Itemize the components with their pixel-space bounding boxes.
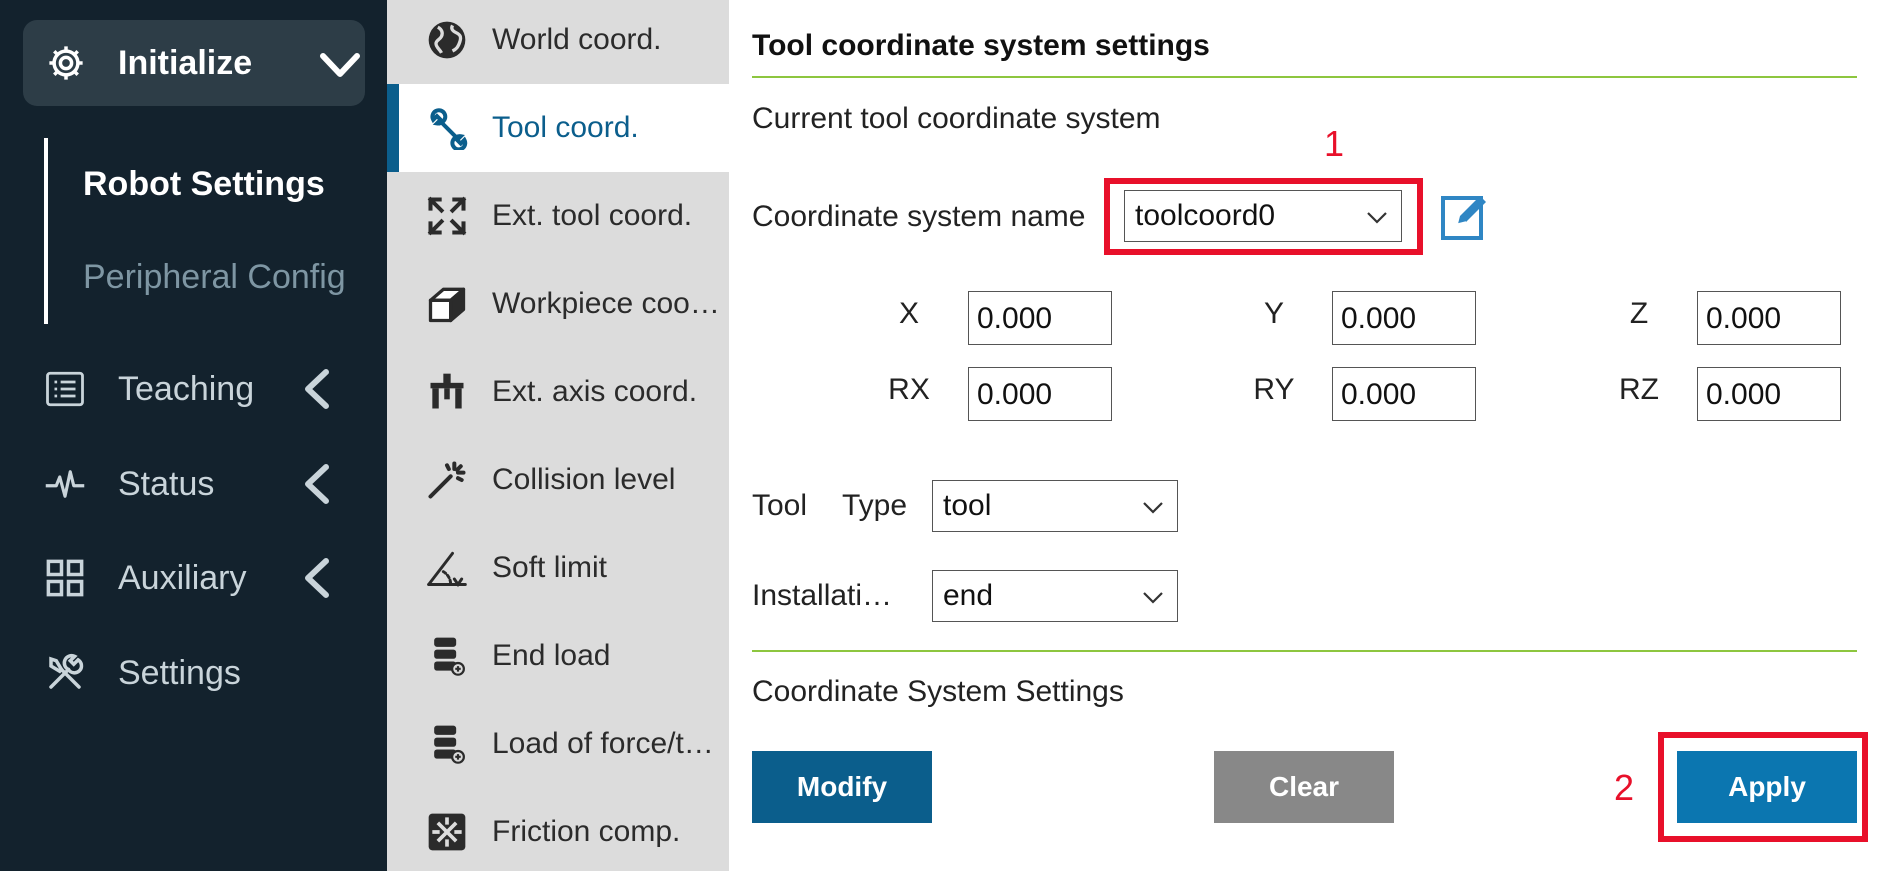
- tool-type-select[interactable]: tool: [932, 480, 1178, 532]
- main-sidebar: Initialize Robot Settings Peripheral Con…: [0, 0, 387, 871]
- angle-icon: [427, 551, 467, 588]
- chevron-left-icon: [305, 558, 329, 598]
- clear-button[interactable]: Clear: [1214, 751, 1394, 823]
- coord-name-label: Coordinate system name: [752, 200, 1086, 233]
- x-label: X: [898, 297, 919, 330]
- menu-item-label: Load of force/torque sensor: [492, 727, 720, 760]
- menu-item-friction-comp[interactable]: Friction comp.: [387, 788, 729, 871]
- menu-item-soft-limit[interactable]: Soft limit: [387, 524, 729, 612]
- menu-item-ext-tool-coord[interactable]: Ext. tool coord.: [387, 172, 729, 260]
- edit-coord-button[interactable]: [1440, 190, 1492, 242]
- z-input[interactable]: 0.000: [1697, 291, 1841, 345]
- sidebar-item-auxiliary[interactable]: Auxiliary: [0, 547, 387, 607]
- sidebar-item-label: Teaching: [118, 370, 255, 408]
- menu-item-world-coord[interactable]: World coord.: [387, 0, 729, 84]
- sidebar-item-label: Settings: [118, 654, 241, 692]
- axis-icon: [430, 373, 464, 409]
- sidebar-item-label: Auxiliary: [118, 559, 247, 597]
- initialize-label: Initialize: [118, 44, 253, 82]
- chevron-left-icon: [305, 369, 329, 409]
- menu-item-load-force-torque-sensor[interactable]: Load of force/torque sensor: [387, 700, 729, 788]
- cube-icon: [428, 287, 466, 323]
- menu-item-label: Workpiece coord.: [492, 287, 720, 320]
- menu-item-label: Ext. axis coord.: [492, 375, 698, 408]
- list-icon: [46, 371, 84, 407]
- friction-icon: [428, 813, 466, 851]
- chevron-left-icon: [305, 464, 329, 504]
- tools-icon: [49, 654, 84, 689]
- tool-type-value: tool: [943, 489, 992, 522]
- ry-label: RY: [1253, 373, 1295, 406]
- coord-system-settings-label: Coordinate System Settings: [752, 675, 1124, 708]
- chevron-down-icon: [320, 53, 360, 77]
- menu-item-label: World coord.: [492, 23, 662, 56]
- menu-item-ext-axis-coord[interactable]: Ext. axis coord.: [387, 348, 729, 436]
- annotation-highlight-1: [1104, 178, 1423, 255]
- rz-input[interactable]: 0.000: [1697, 367, 1841, 421]
- pulse-icon: [45, 470, 85, 498]
- menu-item-label: Soft limit: [492, 551, 608, 584]
- type-label: Type: [842, 489, 908, 522]
- chevron-down-icon: [1143, 502, 1163, 514]
- menu-item-label: Tool coord.: [492, 111, 639, 144]
- submenu-indicator-line: [44, 138, 48, 324]
- title-divider: [752, 76, 1857, 78]
- sidebar-item-label: Status: [118, 465, 215, 503]
- initialize-menu-header[interactable]: Initialize: [23, 20, 365, 106]
- installation-label: Installati…: [752, 579, 893, 612]
- sidebar-item-status[interactable]: Status: [0, 453, 387, 513]
- menu-item-workpiece-coord[interactable]: Workpiece coord.: [387, 260, 729, 348]
- panel-title: Tool coordinate system settings: [752, 29, 1210, 62]
- ry-input[interactable]: 0.000: [1332, 367, 1476, 421]
- database-icon: [434, 637, 465, 676]
- modify-button[interactable]: Modify: [752, 751, 932, 823]
- menu-item-collision-level[interactable]: Collision level: [387, 436, 729, 524]
- annotation-number-2: 2: [1614, 767, 1635, 808]
- sidebar-item-robot-settings[interactable]: Robot Settings: [83, 164, 325, 204]
- y-input[interactable]: 0.000: [1332, 291, 1476, 345]
- sidebar-item-settings[interactable]: Settings: [0, 642, 387, 702]
- installation-select[interactable]: end: [932, 570, 1178, 622]
- sidebar-item-peripheral-config[interactable]: Peripheral Config: [83, 257, 346, 297]
- section-divider: [752, 650, 1857, 652]
- chevron-down-icon: [1143, 592, 1163, 604]
- expand-icon: [427, 196, 467, 236]
- magic-wand-icon: [428, 461, 466, 499]
- y-label: Y: [1263, 297, 1284, 330]
- menu-item-label: Collision level: [492, 463, 676, 496]
- menu-item-tool-coord[interactable]: Tool coord.: [387, 84, 729, 172]
- database-plus-icon: [434, 725, 465, 764]
- wrench-icon: [430, 108, 468, 150]
- rx-label: RX: [888, 373, 930, 406]
- current-coord-label: Current tool coordinate system: [752, 102, 1161, 135]
- rz-label: RZ: [1619, 373, 1659, 406]
- annotation-highlight-2: [1658, 732, 1868, 842]
- coordinate-submenu: World coord. Tool coord. Ext. tool coord…: [387, 0, 729, 871]
- gear-icon: [49, 46, 83, 80]
- annotation-number-1: 1: [1324, 123, 1345, 164]
- menu-item-end-load[interactable]: End load: [387, 612, 729, 700]
- grid-icon: [46, 559, 84, 597]
- rx-input[interactable]: 0.000: [968, 367, 1112, 421]
- z-label: Z: [1629, 297, 1649, 330]
- x-input[interactable]: 0.000: [968, 291, 1112, 345]
- tool-label: Tool: [752, 489, 808, 522]
- globe-icon: [428, 21, 466, 59]
- sidebar-item-teaching[interactable]: Teaching: [0, 358, 387, 418]
- menu-item-label: Friction comp.: [492, 815, 681, 848]
- menu-item-label: End load: [492, 639, 611, 672]
- menu-item-label: Ext. tool coord.: [492, 199, 693, 232]
- installation-value: end: [943, 579, 994, 612]
